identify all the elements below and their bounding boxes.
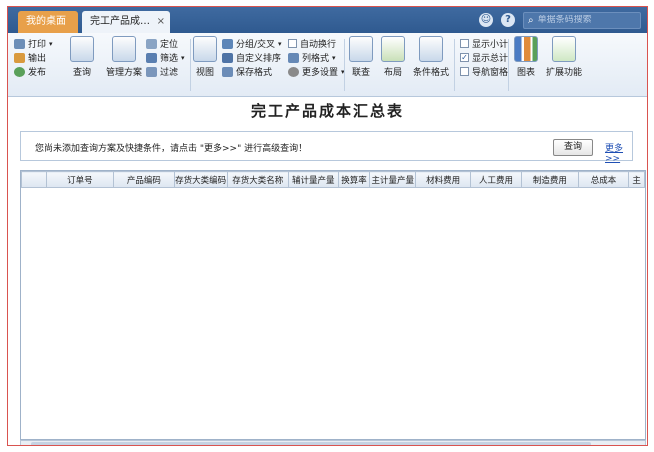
view-button[interactable]: 视图 — [192, 36, 218, 78]
chart-button[interactable]: 图表 — [510, 36, 542, 78]
checkbox-icon — [460, 67, 469, 76]
custom-sort-button[interactable]: 自定义排序 — [222, 51, 281, 64]
query-icon — [70, 36, 94, 62]
column-header[interactable]: 存货大类名称 — [226, 171, 290, 188]
help-icon[interactable]: ? — [501, 13, 515, 27]
checkbox-icon — [288, 39, 297, 48]
data-grid: 订单号 产品编码 存货大类编码 存货大类名称 辅计量产量 换算率 主计量产量 材… — [20, 170, 646, 440]
smiley-icon[interactable]: ☺ — [479, 13, 493, 27]
column-header[interactable]: 主计量产量 — [369, 171, 417, 188]
checked-icon: ✓ — [460, 53, 469, 62]
ribbon-separator — [508, 39, 509, 91]
column-header[interactable]: 制造费用 — [521, 171, 579, 188]
search-icon: ⌕ — [528, 14, 534, 26]
search-input[interactable] — [537, 15, 638, 25]
locate-icon — [146, 38, 157, 49]
tab-bar: 我的桌面 完工产品成… × ☺ ? ⌕ — [8, 7, 647, 33]
save-icon — [222, 66, 233, 77]
column-header[interactable]: 材料费用 — [415, 171, 471, 188]
ribbon-separator — [344, 39, 345, 91]
column-format-button[interactable]: 列格式 ▾ — [288, 51, 336, 64]
query-button[interactable]: 查询 — [553, 139, 593, 156]
filter2-button[interactable]: 过滤 — [146, 65, 178, 78]
auto-wrap-checkbox[interactable]: 自动换行 — [288, 37, 336, 50]
scheme-icon — [112, 36, 136, 62]
close-icon[interactable]: × — [157, 11, 165, 33]
save-format-button[interactable]: 保存格式 — [222, 65, 272, 78]
scrollbar-thumb[interactable] — [31, 442, 591, 445]
table-icon — [419, 36, 443, 62]
search-box: ⌕ — [523, 11, 641, 29]
tab-label: 完工产品成… — [90, 16, 150, 27]
view-icon — [193, 36, 217, 62]
header-row: 订单号 产品编码 存货大类编码 存货大类名称 辅计量产量 换算率 主计量产量 材… — [21, 171, 645, 188]
tab-current-report[interactable]: 完工产品成… × — [82, 11, 170, 33]
plugin-icon — [552, 36, 576, 62]
extend-button[interactable]: 扩展功能 — [544, 36, 584, 78]
toolbar-right: ☺ ? ⌕ — [479, 11, 641, 29]
nav-pane-checkbox[interactable]: 导航窗格 — [460, 65, 508, 78]
export-button[interactable]: 输出 — [14, 51, 46, 64]
column-header[interactable]: 人工费用 — [469, 171, 523, 188]
link-icon — [349, 36, 373, 62]
tab-label: 我的桌面 — [26, 16, 66, 27]
condition-bar: 您尚未添加查询方案及快捷条件，请点击 "更多>>" 进行高级查询！ 查询 更多>… — [20, 131, 633, 164]
ribbon-separator — [190, 39, 191, 91]
report-table: 订单号 产品编码 存货大类编码 存货大类名称 辅计量产量 换算率 主计量产量 材… — [21, 171, 645, 188]
printer-icon — [14, 38, 25, 49]
gear-icon — [288, 66, 299, 77]
sort-icon — [222, 52, 233, 63]
query-ribbon-button[interactable]: 查询 — [64, 36, 100, 78]
ribbon-toolbar: 打印 ▾ 输出 发布 查询 管理方案 定位 筛选 ▾ 过滤 视图 分组/交叉 ▾ 自定… — [8, 33, 647, 97]
publish-icon — [14, 66, 25, 77]
locate-button[interactable]: 定位 — [146, 37, 178, 50]
filter-button[interactable]: 筛选 ▾ — [146, 51, 185, 64]
column-header[interactable]: 辅计量产量 — [288, 171, 339, 188]
checkbox-icon — [460, 39, 469, 48]
bar-chart-icon — [514, 36, 538, 62]
condition-hint: 您尚未添加查询方案及快捷条件，请点击 "更多>>" 进行高级查询！ — [35, 144, 308, 154]
column-header[interactable]: 主 — [628, 171, 645, 188]
group-icon — [222, 38, 233, 49]
report-title: 完工产品成本汇总表 — [250, 102, 404, 120]
layout-button[interactable]: 布局 — [378, 36, 408, 78]
row-number-header — [21, 171, 47, 188]
link-query-button[interactable]: 联查 — [346, 36, 376, 78]
layout-icon — [381, 36, 405, 62]
export-icon — [14, 52, 25, 63]
horizontal-scrollbar[interactable] — [20, 440, 646, 445]
column-header[interactable]: 换算率 — [337, 171, 371, 188]
tab-my-desktop[interactable]: 我的桌面 — [18, 11, 78, 33]
more-settings-button[interactable]: 更多设置 ▾ — [288, 65, 345, 78]
column-icon — [288, 52, 299, 63]
column-header[interactable]: 产品编码 — [113, 171, 175, 188]
more-link[interactable]: 更多>> — [605, 141, 632, 164]
column-header[interactable]: 总成本 — [577, 171, 630, 188]
filter-icon — [146, 52, 157, 63]
funnel-icon — [146, 66, 157, 77]
column-header[interactable]: 存货大类编码 — [173, 171, 228, 188]
group-cross-button[interactable]: 分组/交叉 ▾ — [222, 37, 282, 50]
ribbon-separator — [454, 39, 455, 91]
manage-scheme-button[interactable]: 管理方案 — [100, 36, 148, 78]
cond-format-button[interactable]: 条件格式 — [410, 36, 452, 78]
print-button[interactable]: 打印 ▾ — [14, 37, 53, 50]
publish-button[interactable]: 发布 — [14, 65, 46, 78]
show-total-checkbox[interactable]: ✓ 显示总计 — [460, 51, 508, 64]
column-header[interactable]: 订单号 — [45, 171, 115, 188]
show-subtotal-checkbox[interactable]: 显示小计 — [460, 37, 508, 50]
window-frame: 我的桌面 完工产品成… × ☺ ? ⌕ 打印▾ 输出 发布 查询 管理方案 定位… — [7, 6, 648, 446]
